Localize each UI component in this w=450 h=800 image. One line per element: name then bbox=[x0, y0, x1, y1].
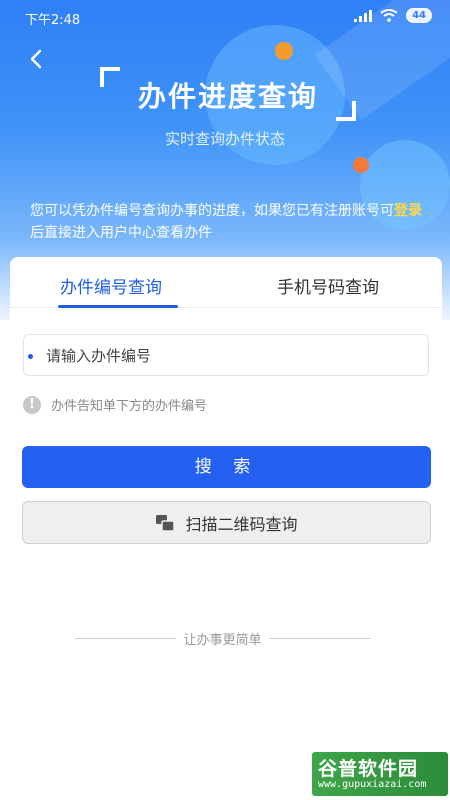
page-title-block: 办件进度查询 bbox=[96, 63, 360, 123]
order-number-field bbox=[23, 334, 429, 377]
required-dot-icon bbox=[28, 354, 33, 359]
status-time: 下午2:48 bbox=[25, 13, 81, 28]
signal-icon bbox=[354, 9, 373, 22]
divider-left bbox=[75, 638, 176, 639]
intro-text-before: 您可以凭办件编号查询办事的进度，如果您已有注册账号可 bbox=[30, 203, 394, 219]
page-title: 办件进度查询 bbox=[137, 80, 318, 113]
status-bar: 下午2:48 44 bbox=[0, 0, 450, 34]
intro-text-after: 后直接进入用户中心查看办件 bbox=[30, 225, 212, 241]
scan-label: 扫描二维码查询 bbox=[185, 514, 298, 534]
footer-slogan: 让办事更简单 bbox=[75, 629, 371, 648]
intro-text: 您可以凭办件编号查询办事的进度，如果您已有注册账号可登录后直接进入用户中心查看办… bbox=[30, 200, 425, 244]
tab-order-number[interactable]: 办件编号查询 bbox=[60, 273, 162, 298]
slogan-text: 让办事更简单 bbox=[183, 633, 262, 648]
info-icon: ! bbox=[23, 395, 41, 414]
hint-text: 办件告知单下方的办件编号 bbox=[51, 399, 208, 414]
query-tabs: 办件编号查询 手机号码查询 bbox=[10, 257, 442, 308]
order-number-input[interactable] bbox=[44, 335, 428, 377]
watermark-logo: 谷普软件园 www.gupuxiazai.com bbox=[312, 752, 448, 796]
watermark-title: 谷普软件园 bbox=[318, 758, 419, 780]
battery-indicator: 44 bbox=[406, 8, 432, 23]
back-button[interactable] bbox=[26, 48, 48, 70]
tab-phone-number[interactable]: 手机号码查询 bbox=[277, 273, 379, 298]
decor-dot-orange-bottom bbox=[353, 157, 369, 173]
active-tab-indicator bbox=[58, 305, 178, 308]
decor-dot-orange-top bbox=[275, 42, 293, 60]
input-hint: ! 办件告知单下方的办件编号 bbox=[23, 395, 207, 414]
back-arrow-icon bbox=[30, 49, 42, 69]
qr-scan-icon bbox=[156, 514, 176, 532]
query-card: 办件编号查询 手机号码查询 ! 办件告知单下方的办件编号 搜 索 扫描二维码查询… bbox=[10, 257, 442, 800]
page-subtitle: 实时查询办件状态 bbox=[164, 130, 285, 148]
login-link[interactable]: 登录 bbox=[394, 203, 422, 219]
search-button[interactable]: 搜 索 bbox=[22, 446, 431, 488]
wifi-icon bbox=[380, 9, 398, 22]
scan-qr-button[interactable]: 扫描二维码查询 bbox=[22, 501, 431, 544]
divider-right bbox=[269, 638, 371, 639]
watermark-url: www.gupuxiazai.com bbox=[318, 779, 427, 790]
